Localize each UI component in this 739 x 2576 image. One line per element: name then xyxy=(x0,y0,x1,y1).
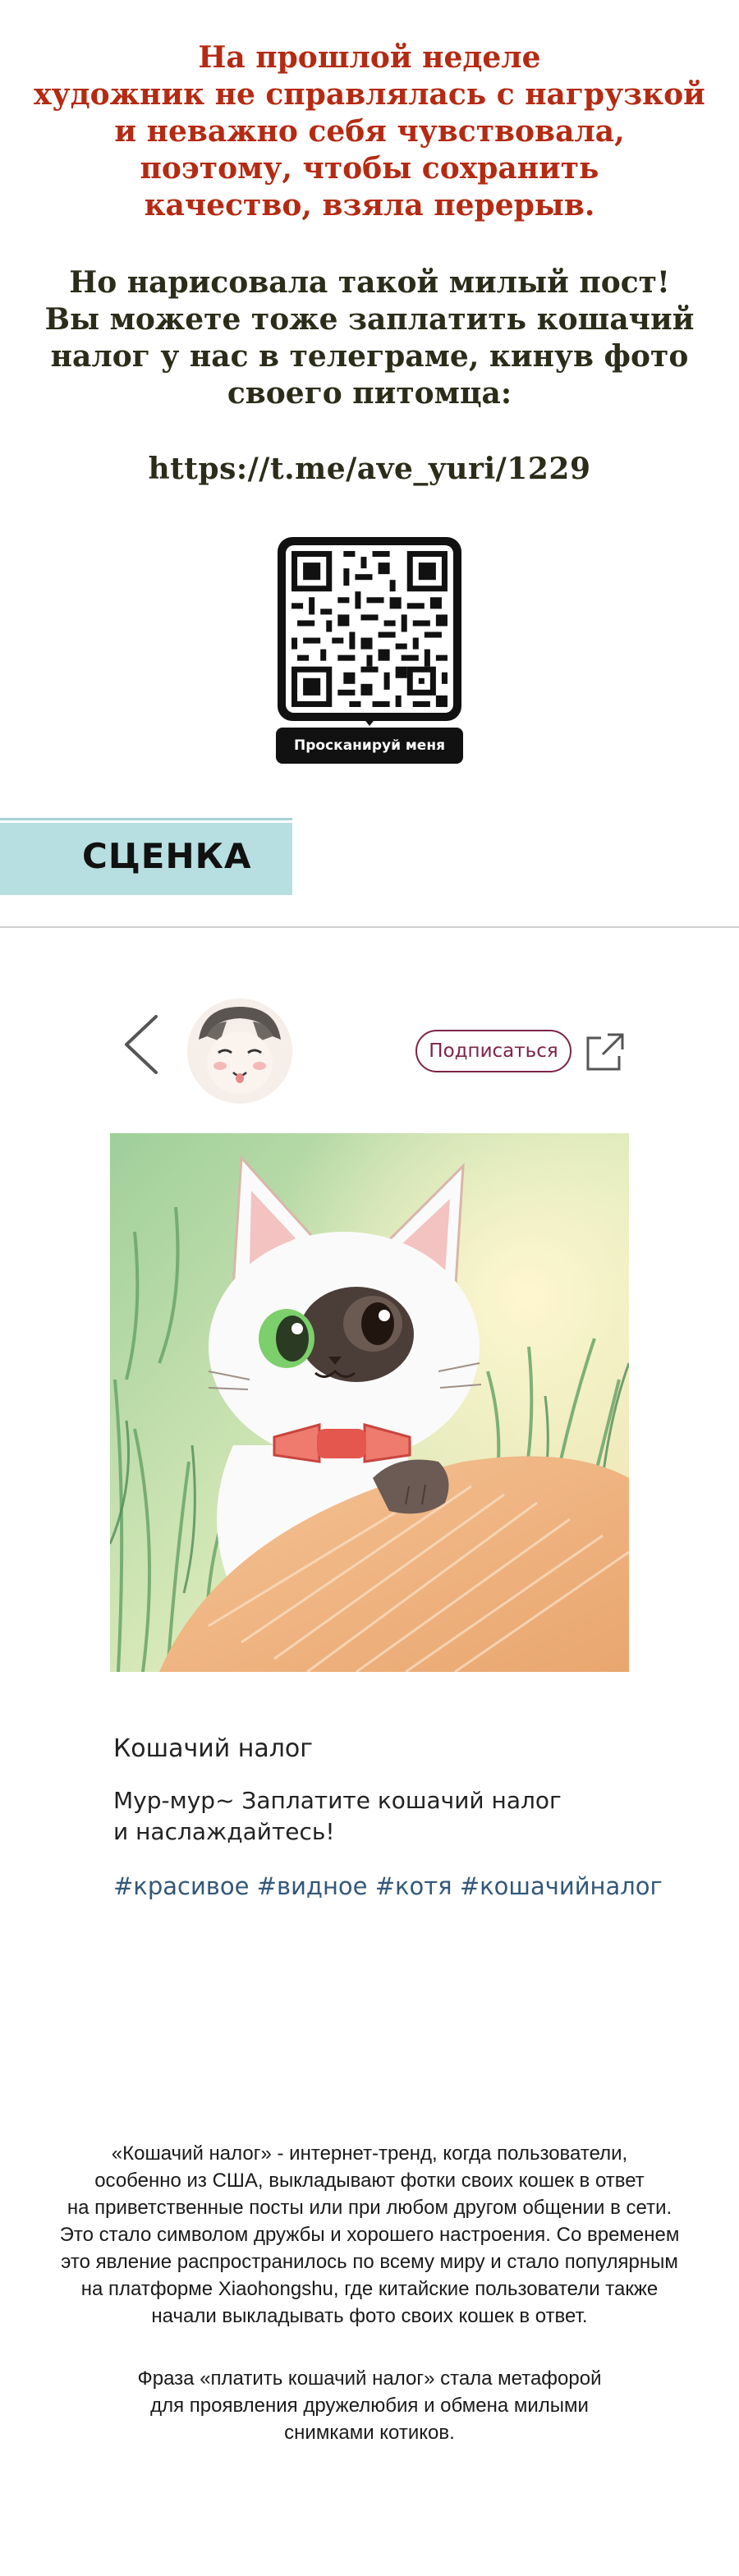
qr-caption-pointer xyxy=(363,718,376,726)
back-chevron-icon[interactable] xyxy=(120,1012,163,1077)
explanation-line: Это стало символом дружбы и хорошего нас… xyxy=(59,2224,680,2246)
divider xyxy=(0,926,739,928)
post-photo xyxy=(110,1133,629,1672)
qr-caption: Просканируй меня xyxy=(276,728,463,764)
note-line: и неважно себя чувствовала, xyxy=(114,114,625,149)
explanation-line: на платформе Xiaohongshu, где китайские … xyxy=(80,2278,659,2300)
telegram-link[interactable]: https://t.me/ave_yuri/1229 xyxy=(0,452,739,486)
note-line: На прошлой неделе xyxy=(198,40,541,75)
note-line: Но нарисовала такой милый пост! xyxy=(69,265,670,300)
qr-code-icon xyxy=(291,551,448,707)
explanation-line: снимками котиков. xyxy=(284,2422,455,2444)
post-title: Кошачий налог xyxy=(113,1734,314,1763)
explanation-line: для проявления дружелюбия и обмена милым… xyxy=(150,2395,589,2417)
explanation-line: особенно из США, выкладывают фотки своих… xyxy=(94,2170,645,2192)
avatar[interactable] xyxy=(187,999,292,1104)
post-tags[interactable]: #красивое #видное #котя #кошачийналог xyxy=(113,1872,663,1900)
cat-illustration xyxy=(110,1133,629,1672)
note-line: художник не справлялась с нагрузкой xyxy=(34,77,705,112)
post-body: Мур-мур~ Заплатите кошачий налог и насла… xyxy=(113,1787,562,1845)
note-line: Вы можете тоже заплатить кошачий xyxy=(44,302,695,337)
banner-rule xyxy=(0,818,292,820)
note-line: поэтому, чтобы сохранить xyxy=(140,151,599,186)
note-dark-text: Но нарисовала такой милый пост! Вы может… xyxy=(0,264,739,412)
explanation-line: начали выкладывать фото своих кошек в от… xyxy=(151,2305,588,2327)
avatar-image xyxy=(187,999,292,1104)
note-line: своего питомца: xyxy=(227,376,512,411)
explanation-paragraph-2: Фраза «платить кошачий налог» стала мета… xyxy=(0,2365,739,2446)
explanation-line: Фраза «платить кошачий налог» стала мета… xyxy=(137,2367,602,2390)
explanation-line: на приветственные посты или при любом др… xyxy=(67,2197,672,2219)
scene-banner: СЦЕНКА xyxy=(0,823,292,895)
follow-button[interactable]: Подписаться xyxy=(415,1030,571,1072)
note-line: качество, взяла перерыв. xyxy=(144,188,595,223)
explanation-line: это явление распространилось по всему ми… xyxy=(61,2251,678,2273)
scene-banner-label: СЦЕНКА xyxy=(82,836,252,876)
share-icon[interactable] xyxy=(583,1030,627,1074)
qr-code-frame[interactable] xyxy=(278,537,461,721)
note-line: налог у нас в телеграме, кинув фото xyxy=(50,339,689,374)
explanation-line: «Кошачий налог» - интернет-тренд, когда … xyxy=(111,2142,628,2165)
explanation-paragraph-1: «Кошачий налог» - интернет-тренд, когда … xyxy=(0,2140,739,2330)
note-red-text: На прошлой неделе художник не справлялас… xyxy=(0,39,739,224)
